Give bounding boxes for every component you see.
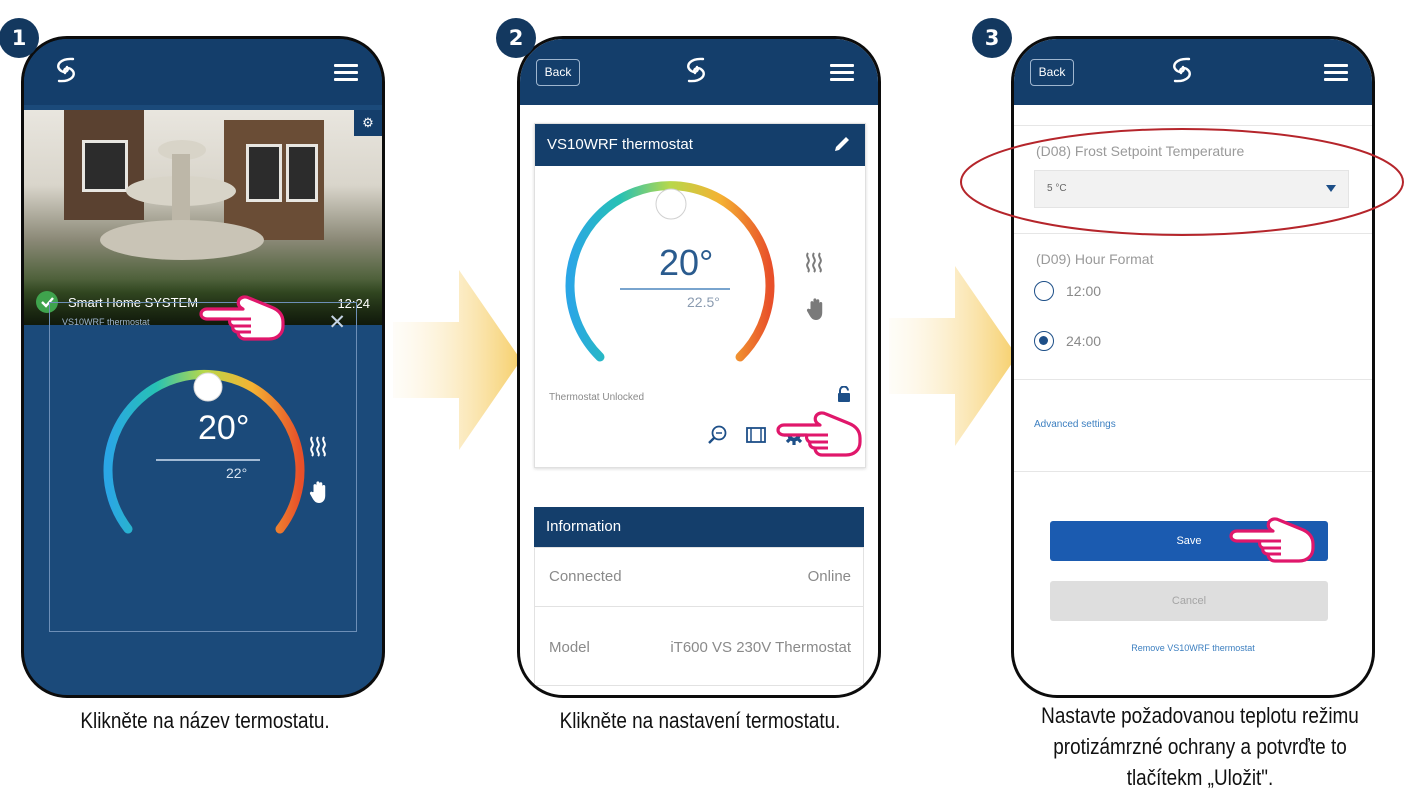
manual-hand-icon: [806, 298, 823, 320]
info-key: Model: [549, 639, 590, 656]
cancel-button[interactable]: Cancel: [1050, 581, 1328, 621]
heating-icon: [806, 252, 822, 273]
hamburger-menu-icon[interactable]: [334, 64, 358, 82]
hamburger-menu-icon[interactable]: [1324, 64, 1348, 82]
divider: [1014, 471, 1372, 472]
app-header: [24, 39, 382, 105]
gear-icon[interactable]: ⚙: [354, 110, 382, 136]
temperature-dial[interactable]: [50, 303, 358, 633]
manual-hand-icon: [309, 481, 326, 503]
dial-handle[interactable]: [655, 188, 687, 220]
step-badge-2: 2: [496, 18, 536, 58]
hand-pointer-icon: [1229, 517, 1315, 563]
arrow-right-icon: [393, 270, 521, 450]
hand-pointer-icon: [776, 411, 862, 457]
heating-icon: [310, 436, 326, 457]
info-value: iT600 VS 230V Thermostat: [670, 639, 851, 656]
window-icon[interactable]: [745, 424, 767, 446]
lock-status: Thermostat Unlocked: [549, 392, 645, 403]
info-row: Model iT600 VS 230V Thermostat: [534, 606, 864, 686]
info-key: Connected: [549, 568, 622, 585]
phone-screen-1: ⚙ Smart Home SYSTEM 12:24 VS10WRF thermo…: [21, 36, 385, 698]
zoom-icon[interactable]: [707, 424, 729, 446]
step-badge-3: 3: [972, 18, 1012, 58]
setpoint-value: 20°: [659, 242, 714, 283]
arrow-right-icon: [889, 266, 1017, 446]
dial-handle[interactable]: [193, 372, 223, 402]
information-title: Information: [546, 518, 622, 535]
hand-pointer-icon: [199, 295, 285, 341]
hour-format-option: 24:00: [1066, 333, 1102, 349]
info-row: Connected Online: [534, 547, 864, 607]
advanced-settings-link[interactable]: Advanced settings: [1034, 419, 1116, 430]
hour-format-radio-12[interactable]: [1034, 281, 1054, 301]
hour-format-option: 12:00: [1066, 283, 1102, 299]
back-button[interactable]: Back: [1030, 59, 1074, 86]
back-button[interactable]: Back: [536, 59, 580, 86]
current-temperature: 22.5°: [687, 294, 720, 310]
highlight-ellipse: [960, 128, 1404, 236]
salus-logo-icon: [1173, 57, 1191, 83]
step-badge-1: 1: [0, 18, 39, 58]
salus-logo-icon: [687, 57, 705, 83]
info-value: Online: [807, 568, 851, 585]
salus-logo-icon: [57, 57, 75, 83]
app-header: Back: [1014, 39, 1372, 105]
current-temperature: 22°: [226, 465, 248, 481]
step-caption-2: Klikněte na nastavení termostatu.: [559, 708, 841, 733]
information-header: Information: [534, 507, 864, 547]
divider: [1014, 379, 1372, 380]
hour-format-radio-24[interactable]: [1034, 331, 1054, 351]
remove-thermostat-link[interactable]: Remove VS10WRF thermostat: [1014, 643, 1372, 653]
thermostat-card: VS10WRF thermostat ✕ 20° 22°: [49, 302, 357, 632]
hamburger-menu-icon[interactable]: [830, 64, 854, 82]
hour-format-label: (D09) Hour Format: [1036, 251, 1154, 267]
setpoint-value: 20°: [198, 409, 250, 447]
phone-screen-2: Back VS10WRF thermostat 20° 22.5° Thermo…: [517, 36, 881, 698]
step-caption-1: Klikněte na název termostatu.: [80, 708, 330, 733]
step-caption-3: Nastavte požadovanou teplotu režimu prot…: [1041, 703, 1359, 790]
app-header: Back: [520, 39, 878, 105]
